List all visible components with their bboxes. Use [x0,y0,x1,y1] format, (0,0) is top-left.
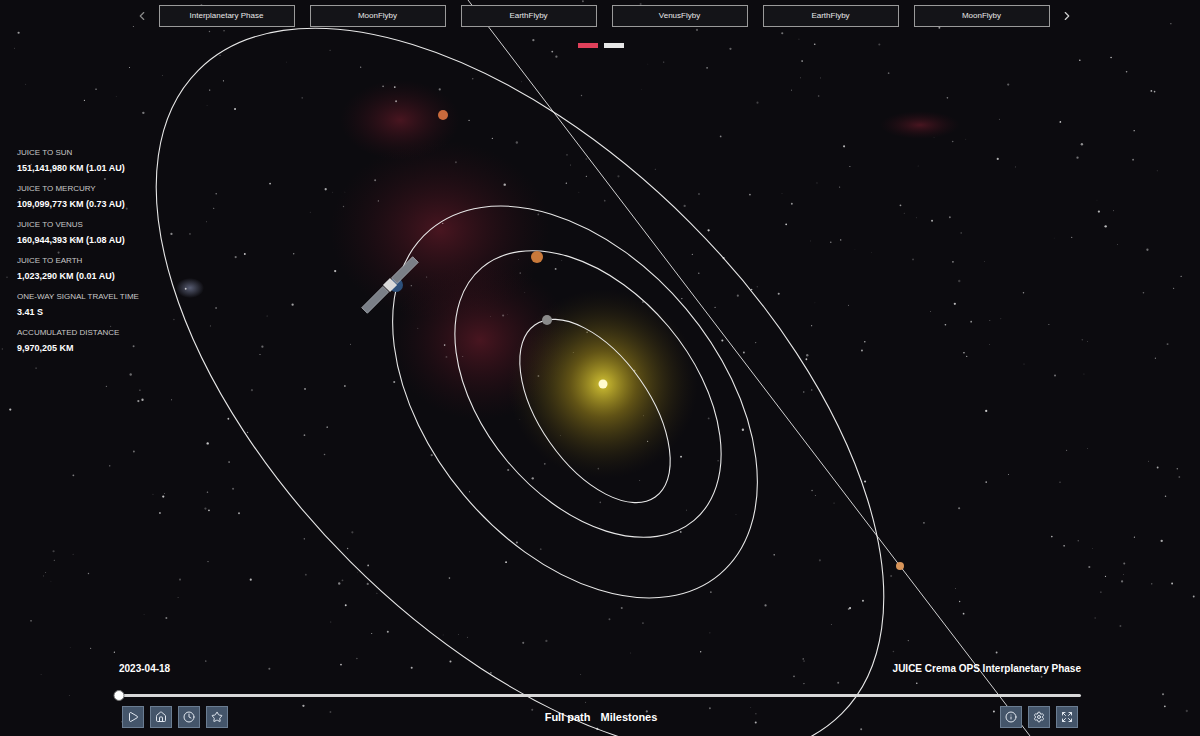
view-options: Full path Milestones [545,709,684,726]
trajectory-line [468,0,1030,736]
home-icon [155,711,167,723]
starfield [2,0,1195,730]
stat: ONE-WAY SIGNAL TRAVEL TIME 3.41 S [17,292,187,318]
timeline-track [119,694,1081,697]
stat-label: ACCUMULATED DISTANCE [17,328,187,338]
app: Interplanetary Phase MoonFlyby EarthFlyby V… [0,0,1200,736]
phase-tab[interactable]: MoonFlyby [914,5,1050,27]
stats-panel: JUICE TO SUN151,141,980 KM (1.01 AU)JUIC… [17,148,187,354]
phase-tabs: Interplanetary Phase MoonFlyby EarthFlyby V… [159,5,1050,27]
bottom-bar: 2023-04-18 JUICE Crema OPS Interplanetary… [0,661,1200,736]
prev-button[interactable] [135,9,149,23]
next-button[interactable] [1060,9,1074,23]
orbit-diagram[interactable] [0,0,1200,736]
stat-value: 160,944,393 KM (1.08 AU) [17,235,187,246]
control-button[interactable] [206,706,228,728]
stat: JUICE TO VENUS 160,944,393 KM (1.08 AU) [17,220,187,246]
stat: JUICE TO EARTH 1,023,290 KM (0.01 AU) [17,256,187,282]
stat: JUICE TO SUN 151,141,980 KM (1.01 AU) [17,148,187,174]
stat-value: 151,141,980 KM (1.01 AU) [17,163,187,174]
timeline-slider[interactable] [119,689,1081,701]
stat-label: JUICE TO VENUS [17,220,187,230]
mercury-orbit [490,293,701,528]
left-controls [122,706,228,728]
stat-label: JUICE TO EARTH [17,256,187,266]
settings-icon [1033,711,1045,723]
stat-label: JUICE TO SUN [17,148,187,158]
control-button[interactable] [150,706,172,728]
mars-icon[interactable] [438,110,448,120]
control-button[interactable] [1028,706,1050,728]
overlay: Interplanetary Phase MoonFlyby EarthFlyby V… [0,0,1200,736]
timeline-thumb[interactable] [114,690,125,701]
page-dot[interactable] [578,43,598,48]
chevron-left-icon [135,9,149,23]
page-dots [0,43,1200,48]
control-button[interactable] [1056,706,1078,728]
phase-tab[interactable]: Interplanetary Phase [159,5,295,27]
stat-value: 9,970,205 KM [17,343,187,354]
stat-label: JUICE TO MERCURY [17,184,187,194]
stat-value: 109,099,773 KM (0.73 AU) [17,199,187,210]
control-button[interactable] [1000,706,1022,728]
page-dot[interactable] [604,43,624,48]
stat: ACCUMULATED DISTANCE 9,970,205 KM [17,328,187,354]
play-icon [127,711,139,723]
phase-nav: Interplanetary Phase MoonFlyby EarthFlyby V… [0,0,1200,27]
phase-tab[interactable]: VenusFlyby [612,5,748,27]
star-icon [211,711,223,723]
control-button[interactable] [122,706,144,728]
chevron-right-icon [1060,9,1074,23]
stat: JUICE TO MERCURY 109,099,773 KM (0.73 AU) [17,184,187,210]
stat-label: ONE-WAY SIGNAL TRAVEL TIME [17,292,187,302]
jupiter-icon[interactable] [896,562,904,570]
phase-tab[interactable]: EarthFlyby [763,5,899,27]
view-option[interactable]: Milestones [600,709,657,726]
phase-tab[interactable]: EarthFlyby [461,5,597,27]
view-option[interactable]: Full path [545,709,591,726]
expand-icon [1061,711,1073,723]
venus-icon[interactable] [531,251,543,263]
stat-value: 1,023,290 KM (0.01 AU) [17,271,187,282]
control-button[interactable] [178,706,200,728]
earth-orbit [319,136,830,667]
sun-icon[interactable] [599,380,608,389]
right-controls [1000,706,1078,728]
venus-orbit [402,200,775,588]
mission-title: JUICE Crema OPS Interplanetary Phase [893,661,1081,676]
mars-orbit [29,0,1012,736]
mercury-icon[interactable] [542,315,552,325]
phase-tab[interactable]: MoonFlyby [310,5,446,27]
spacecraft-icon[interactable] [361,256,419,314]
clock-icon [183,711,195,723]
date-label: 2023-04-18 [119,661,170,676]
stat-value: 3.41 S [17,307,187,318]
info-icon [1005,711,1017,723]
